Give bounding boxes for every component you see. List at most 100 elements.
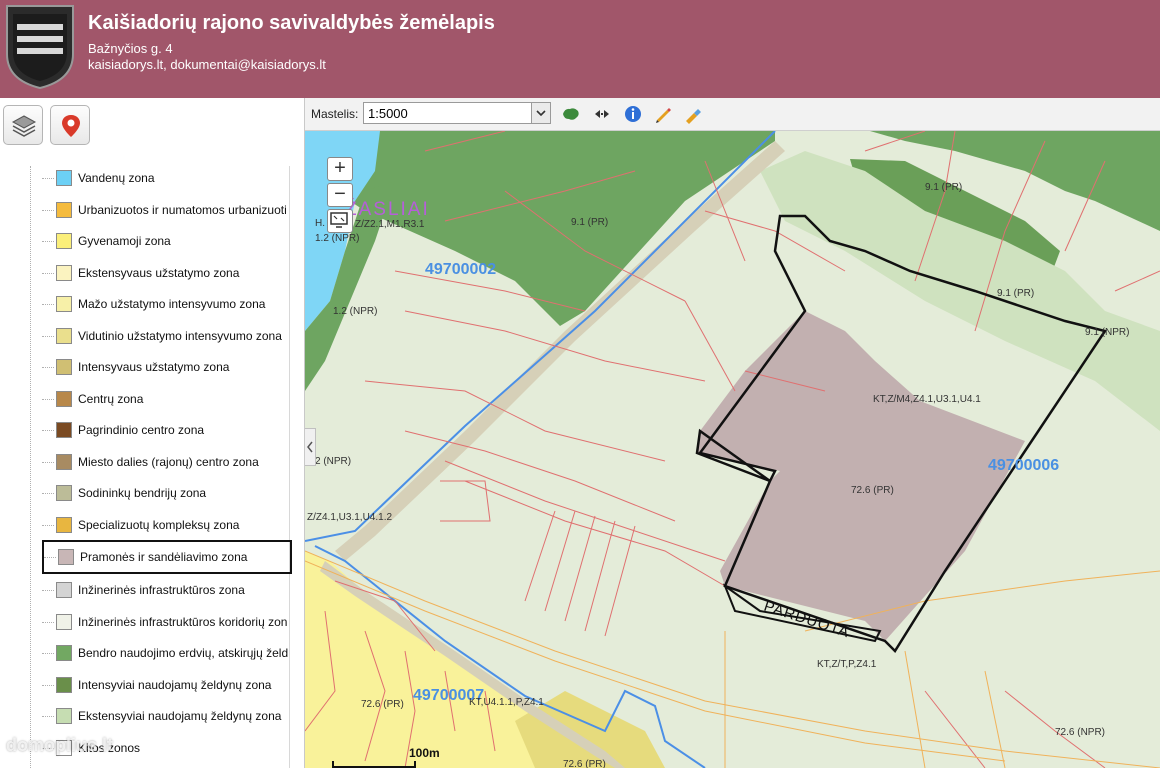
legend-item[interactable]: Inžinerinės infrastruktūros zona bbox=[42, 578, 292, 604]
zone-code-label: 1.2 (NPR) bbox=[333, 306, 377, 317]
legend-item-label: Ekstensyvaus užstatymo zona bbox=[78, 265, 240, 280]
layers-icon bbox=[11, 115, 37, 137]
legend-item-label: Centrų zona bbox=[78, 391, 144, 406]
legend-item-label: Sodininkų bendrijų zona bbox=[78, 486, 207, 500]
chevron-left-icon bbox=[307, 441, 313, 453]
zone-code-label: 72.6 (PR) bbox=[851, 485, 894, 496]
legend-tree-connector bbox=[44, 557, 56, 558]
monitor-icon bbox=[330, 212, 348, 228]
legend-tree-connector bbox=[42, 493, 54, 494]
legend-tree-connector bbox=[42, 178, 54, 179]
full-extent-button[interactable] bbox=[327, 209, 353, 233]
info-icon[interactable] bbox=[623, 104, 643, 124]
legend-item[interactable]: Inžinerinės infrastruktūros koridorių zo… bbox=[42, 610, 292, 636]
zone-code-label: Z/Z2.1,M1,R3.1 bbox=[355, 219, 425, 230]
scale-label: Mastelis: bbox=[311, 107, 359, 121]
zone-code-label: KT,U4.1.1,P,Z4.1 bbox=[469, 697, 544, 708]
legend-swatch bbox=[56, 645, 72, 661]
legend-item-label: Pagrindinio centro zona bbox=[78, 423, 205, 437]
location-marker-button[interactable] bbox=[50, 105, 90, 145]
legend-item[interactable]: Urbanizuotos ir numatomos urbanizuoti bbox=[42, 198, 292, 224]
legend-swatch bbox=[56, 296, 72, 312]
legend-item-label: Miesto dalies (rajonų) centro zona bbox=[78, 454, 259, 469]
legend-tree-connector bbox=[42, 209, 54, 211]
pan-arrows-icon[interactable] bbox=[592, 104, 612, 124]
legend-item-label: Intensyvaus užstatymo zona bbox=[78, 360, 230, 374]
legend-item[interactable]: Ekstensyviai naudojamų želdynų zona bbox=[42, 704, 292, 730]
legend-item-label: Ekstensyviai naudojamų želdynų zona bbox=[78, 709, 282, 723]
header-address: Bažnyčios g. 4 bbox=[88, 41, 173, 56]
zone-code-label: 72.6 (PR) bbox=[563, 759, 606, 768]
legend-item[interactable]: Intensyvaus užstatymo zona bbox=[42, 355, 292, 381]
legend-swatch bbox=[56, 359, 72, 375]
legend-swatch bbox=[56, 233, 72, 249]
legend-tree-connector bbox=[42, 430, 54, 431]
map-extent-icon[interactable] bbox=[561, 104, 581, 124]
scale-bar-label: 100m bbox=[409, 746, 440, 760]
legend-swatch bbox=[56, 582, 72, 598]
zone-code-label: KT,Z/T,P,Z4.1 bbox=[817, 659, 877, 670]
zoom-in-button[interactable]: + bbox=[327, 157, 353, 181]
zone-code-label: 72.6 (PR) bbox=[361, 699, 404, 710]
layers-button[interactable] bbox=[3, 105, 43, 145]
zone-code-label: 9.1 (PR) bbox=[997, 288, 1034, 299]
page-title: Kaišiadorių rajono savivaldybės žemėlapi… bbox=[88, 12, 495, 34]
legend-item[interactable]: Sodininkų bendrijų zona bbox=[42, 481, 292, 507]
header-contacts[interactable]: kaisiadorys.lt, dokumentai@kaisiadorys.l… bbox=[88, 57, 326, 72]
legend-item[interactable]: Pramonės ir sandėliavimo zona bbox=[42, 540, 292, 574]
legend-item[interactable]: Pagrindinio centro zona bbox=[42, 418, 292, 444]
legend-item-label: Vidutinio užstatymo intensyvumo zona bbox=[78, 328, 282, 343]
legend-swatch bbox=[56, 453, 72, 470]
legend-item[interactable]: Gyvenamoji zona bbox=[42, 229, 292, 255]
legend-item[interactable]: Centrų zona bbox=[42, 387, 292, 413]
watermark: domoplius.lt bbox=[6, 735, 113, 755]
legend-swatch bbox=[56, 613, 72, 630]
legend-item[interactable]: Mažo užstatymo intensyvumo zona bbox=[42, 292, 292, 318]
legend-tree-connector bbox=[42, 398, 54, 400]
eraser-brush-icon[interactable] bbox=[683, 104, 703, 124]
scale-value: 1:5000 bbox=[368, 106, 408, 121]
parcel-id-label: 49700002 bbox=[425, 261, 496, 278]
zoom-controls: + − bbox=[327, 157, 353, 233]
legend-tree-connector bbox=[42, 461, 54, 463]
legend-swatch bbox=[56, 485, 72, 501]
legend-tree-connector bbox=[42, 304, 54, 305]
sidebar-collapse-handle[interactable] bbox=[305, 428, 316, 466]
legend-item[interactable]: Ekstensyvaus užstatymo zona bbox=[42, 261, 292, 287]
legend-item[interactable]: Specializuotų kompleksų zona bbox=[42, 513, 292, 539]
map-canvas[interactable]: ŽASLIAI 49700002 49700006 49700007 H. Z/… bbox=[305, 131, 1160, 768]
zone-code-label: 1.2 (NPR) bbox=[315, 233, 359, 244]
scale-select[interactable]: 1:5000 bbox=[363, 102, 551, 124]
parcel-id-label: 49700006 bbox=[988, 457, 1059, 474]
map-pin-icon bbox=[62, 115, 80, 137]
legend-swatch bbox=[58, 549, 74, 565]
legend-item[interactable]: Vandenų zona bbox=[42, 166, 292, 192]
legend-tree-connector bbox=[42, 335, 54, 337]
legend-tree-connector bbox=[42, 684, 54, 686]
legend-item[interactable]: Intensyviai naudojamų želdynų zona bbox=[42, 673, 292, 699]
legend-tree-connector bbox=[42, 716, 54, 717]
sidebar: Vandenų zona Urbanizuotos ir numatomos ur… bbox=[0, 98, 305, 768]
legend-swatch bbox=[56, 422, 72, 438]
legend-item[interactable]: Bendro naudojimo erdvių, atskirųjų želd bbox=[42, 641, 292, 667]
zoom-out-button[interactable]: − bbox=[327, 183, 353, 207]
map-svg[interactable]: ŽASLIAI 49700002 49700006 49700007 H. Z/… bbox=[305, 131, 1160, 768]
legend-tree-connector bbox=[42, 590, 54, 591]
legend-item-label: Urbanizuotos ir numatomos urbanizuoti bbox=[78, 202, 287, 217]
place-label: ŽASLIAI bbox=[345, 198, 430, 220]
legend-swatch bbox=[56, 327, 72, 344]
map-toolbar: Mastelis: 1:5000 bbox=[305, 98, 1160, 131]
legend-swatch bbox=[56, 708, 72, 724]
legend-swatch bbox=[56, 170, 72, 186]
measure-pencil-icon[interactable] bbox=[653, 104, 673, 124]
zone-code-label: 9.1 (NPR) bbox=[1085, 327, 1129, 338]
legend-tree-connector bbox=[42, 524, 54, 526]
legend-swatch bbox=[56, 201, 72, 218]
chevron-down-icon[interactable] bbox=[531, 103, 550, 123]
zone-code-label: 2 (NPR) bbox=[315, 456, 351, 467]
legend-tree-connector bbox=[42, 653, 54, 654]
legend-item[interactable]: Vidutinio užstatymo intensyvumo zona bbox=[42, 324, 292, 350]
legend-item[interactable]: Miesto dalies (rajonų) centro zona bbox=[42, 450, 292, 476]
legend-item-label: Specializuotų kompleksų zona bbox=[78, 517, 240, 532]
app-header: Kaišiadorių rajono savivaldybės žemėlapi… bbox=[0, 0, 1160, 98]
